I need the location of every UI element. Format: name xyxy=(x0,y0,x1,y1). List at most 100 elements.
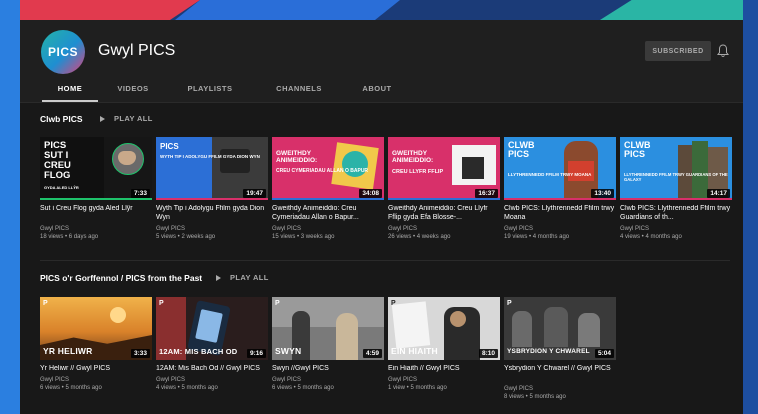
tab-playlists[interactable]: PLAYLISTS xyxy=(174,78,246,102)
background-stripe-red xyxy=(0,0,200,20)
video-channel[interactable]: Gwyl PICS xyxy=(40,225,152,233)
tab-videos[interactable]: VIDEOS xyxy=(102,78,164,102)
video-card[interactable]: GWEITHDY ANIMEIDDIO: CREU CYMERIADAU ALL… xyxy=(272,137,384,241)
video-channel[interactable]: Gwyl PICS xyxy=(40,376,152,384)
video-stats: 15 views • 3 weeks ago xyxy=(272,234,335,241)
video-card[interactable]: P YSBRYDION Y CHWAREL 5:04 Ysbrydion Y C… xyxy=(504,297,616,401)
play-all-label: PLAY ALL xyxy=(230,273,269,282)
video-title[interactable]: Sut i Creu Flog gyda Aled Llŷr xyxy=(40,205,152,223)
video-thumbnail[interactable]: P 12AM: MIS BACH OD 9:16 xyxy=(156,297,268,360)
video-channel[interactable]: Gwyl PICS xyxy=(272,225,384,233)
video-duration: 19:47 xyxy=(243,189,266,198)
video-thumbnail[interactable]: PICS SUT I CREU FLOG GYDA ALED LLŶR 7:33 xyxy=(40,137,152,200)
bell-icon[interactable] xyxy=(717,44,729,58)
thumbnail-subtext: LLYTHRENNEDD FFILM TRWY GUARDIANS OF THE… xyxy=(624,172,728,182)
video-title[interactable]: Yr Heliwr // Gwyl PICS xyxy=(40,365,152,374)
video-title[interactable]: Ein Hiaith // Gwyl PICS xyxy=(388,365,500,374)
video-channel[interactable]: Gwyl PICS xyxy=(388,225,500,233)
video-thumbnail[interactable]: PICS WYTH TIP I ADOLYGU FFILM GYDA DION … xyxy=(156,137,268,200)
video-card[interactable]: CLWB PICS LLYTHRENNEDD FFILM TRWY GUARDI… xyxy=(620,137,732,241)
video-duration: 34:08 xyxy=(359,189,382,198)
play-icon xyxy=(100,115,105,122)
video-stats: 6 views • 5 months ago xyxy=(272,385,334,392)
video-stats: 18 views • 6 days ago xyxy=(40,234,99,241)
video-title[interactable]: Clwb PICS: Llythrennedd Ffilm trwy Guard… xyxy=(620,205,732,223)
video-stats: 1 view • 5 months ago xyxy=(388,385,447,392)
section-title-pics-from-the-past[interactable]: PICS o'r Gorffennol / PICS from the Past xyxy=(40,273,202,283)
video-duration: 4:59 xyxy=(362,349,382,358)
tab-home[interactable]: HOME xyxy=(42,78,98,102)
thumbnail-caption: YR HELIWR xyxy=(43,346,93,356)
video-stats: 8 views • 5 months ago xyxy=(504,394,566,401)
channel-name: Gwyl PICS xyxy=(98,42,176,59)
video-card[interactable]: PICS SUT I CREU FLOG GYDA ALED LLŶR 7:33… xyxy=(40,137,152,241)
background-stripe-teal xyxy=(600,0,758,20)
video-title[interactable]: 12AM: Mis Bach Od // Gwyl PICS xyxy=(156,365,268,374)
video-stats: 4 views • 5 months ago xyxy=(156,385,218,392)
thumbnail-accent-bar xyxy=(388,198,500,200)
video-card[interactable]: P 12AM: MIS BACH OD 9:16 12AM: Mis Bach … xyxy=(156,297,268,392)
avatar-text: PICS xyxy=(47,45,78,59)
video-title[interactable]: Wyth Tip i Adolygu Ffilm gyda Dion Wyn xyxy=(156,205,268,223)
video-title[interactable]: Gweithdy Animeiddio: Creu Llyfr Fflip gy… xyxy=(388,205,500,223)
section-divider xyxy=(40,260,730,261)
video-duration: 16:37 xyxy=(475,189,498,198)
tab-about[interactable]: ABOUT xyxy=(352,78,402,102)
video-stats: 4 views • 4 months ago xyxy=(620,234,682,241)
thumbnail-text: GWEITHDY ANIMEIDDIO: xyxy=(392,150,434,164)
thumbnail-logo: P xyxy=(159,300,164,307)
video-channel[interactable]: Gwyl PICS xyxy=(504,385,616,393)
video-thumbnail[interactable]: CLWB PICS LLYTHRENNEDD FFILM TRWY GUARDI… xyxy=(620,137,732,200)
video-duration: 8:10 xyxy=(478,349,498,358)
thumbnail-accent-bar xyxy=(620,198,732,200)
thumbnail-accent-bar xyxy=(272,198,384,200)
thumbnail-logo: P xyxy=(275,300,280,307)
video-duration: 9:16 xyxy=(246,349,266,358)
video-stats: 19 views • 4 months ago xyxy=(504,234,570,241)
video-title[interactable]: Clwb PICS: Llythrennedd Ffilm trwy Moana xyxy=(504,205,616,223)
thumbnail-caption: 12AM: MIS BACH OD xyxy=(159,347,238,356)
video-title[interactable]: Ysbrydion Y Chwarel // Gwyl PICS xyxy=(504,365,616,383)
video-duration: 7:33 xyxy=(130,189,150,198)
video-title[interactable]: Gweithdy Animeiddio: Creu Cymeriadau All… xyxy=(272,205,384,223)
video-card[interactable]: PICS WYTH TIP I ADOLYGU FFILM GYDA DION … xyxy=(156,137,268,241)
video-card[interactable]: CLWB PICS LLYTHRENNEDD FFILM TRWY MOANA … xyxy=(504,137,616,241)
video-card[interactable]: GWEITHDY ANIMEIDDIO: CREU LLYFR FFLIP 16… xyxy=(388,137,500,241)
video-thumbnail[interactable]: CLWB PICS LLYTHRENNEDD FFILM TRWY MOANA … xyxy=(504,137,616,200)
thumbnail-text: PICS xyxy=(160,142,179,151)
tab-channels[interactable]: CHANNELS xyxy=(266,78,332,102)
channel-avatar[interactable]: PICS xyxy=(41,30,85,74)
video-stats: 26 views • 4 weeks ago xyxy=(388,234,451,241)
video-card[interactable]: P EIN HIAITH 8:10 Ein Hiaith // Gwyl PIC… xyxy=(388,297,500,392)
video-thumbnail[interactable]: P SWYN 4:59 xyxy=(272,297,384,360)
video-channel[interactable]: Gwyl PICS xyxy=(388,376,500,384)
subscribed-button[interactable]: SUBSCRIBED xyxy=(645,41,711,61)
play-all-button[interactable]: PLAY ALL xyxy=(216,273,269,282)
thumbnail-caption: EIN HIAITH xyxy=(391,346,438,356)
video-title[interactable]: Swyn //Gwyl PICS xyxy=(272,365,384,374)
video-stats: 5 views • 2 weeks ago xyxy=(156,234,216,241)
thumbnail-subtext: GYDA ALED LLŶR xyxy=(44,185,79,190)
channel-header: PICS Gwyl PICS SUBSCRIBED HOME VIDEOS PL… xyxy=(20,20,743,102)
video-thumbnail[interactable]: P EIN HIAITH 8:10 xyxy=(388,297,500,360)
play-all-button[interactable]: PLAY ALL xyxy=(100,114,153,123)
video-thumbnail[interactable]: GWEITHDY ANIMEIDDIO: CREU CYMERIADAU ALL… xyxy=(272,137,384,200)
channel-tabs: HOME VIDEOS PLAYLISTS CHANNELS ABOUT xyxy=(42,78,402,102)
video-thumbnail[interactable]: GWEITHDY ANIMEIDDIO: CREU LLYFR FFLIP 16… xyxy=(388,137,500,200)
video-channel[interactable]: Gwyl PICS xyxy=(620,225,732,233)
play-icon xyxy=(216,274,221,281)
section-title-clwb-pics[interactable]: Clwb PICS xyxy=(40,114,83,124)
video-duration: 13:40 xyxy=(591,189,614,198)
video-channel[interactable]: Gwyl PICS xyxy=(156,225,268,233)
thumbnail-text: CLWB PICS xyxy=(508,140,535,160)
video-card[interactable]: P SWYN 4:59 Swyn //Gwyl PICS Gwyl PICS 6… xyxy=(272,297,384,392)
video-thumbnail[interactable]: P YSBRYDION Y CHWAREL 5:04 xyxy=(504,297,616,360)
thumbnail-accent-bar xyxy=(504,198,616,200)
video-channel[interactable]: Gwyl PICS xyxy=(272,376,384,384)
thumbnail-caption: YSBRYDION Y CHWAREL xyxy=(507,348,590,355)
video-card[interactable]: P YR HELIWR 3:33 Yr Heliwr // Gwyl PICS … xyxy=(40,297,152,392)
video-channel[interactable]: Gwyl PICS xyxy=(156,376,268,384)
video-thumbnail[interactable]: P YR HELIWR 3:33 xyxy=(40,297,152,360)
video-channel[interactable]: Gwyl PICS xyxy=(504,225,616,233)
video-duration: 3:33 xyxy=(130,349,150,358)
